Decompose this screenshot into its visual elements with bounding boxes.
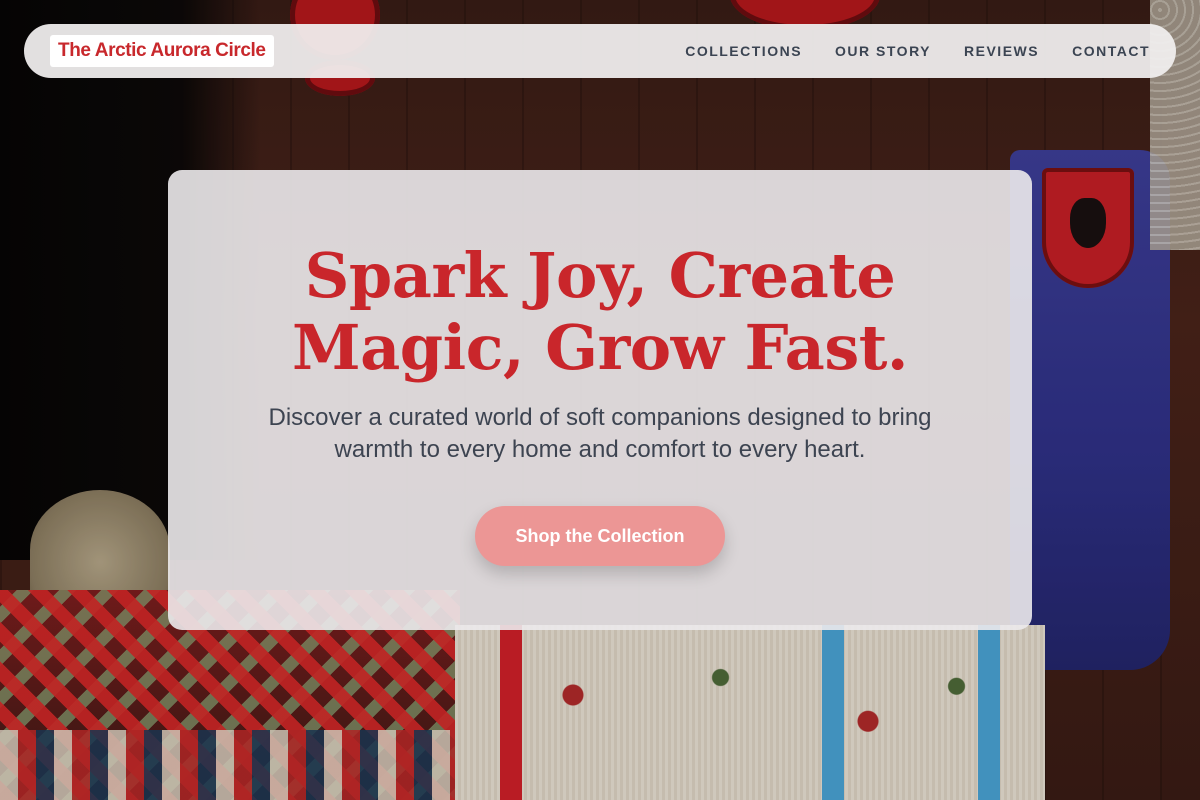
top-navbar: The Arctic Aurora Circle COLLECTIONS OUR… [24, 24, 1176, 78]
brand-logo[interactable]: The Arctic Aurora Circle [50, 35, 274, 67]
main-menu: COLLECTIONS OUR STORY REVIEWS CONTACT [685, 24, 1150, 78]
hero-headline-line1: Spark Joy, Create [304, 239, 896, 312]
hero-headline: Spark Joy, Create Magic, Grow Fast. [168, 240, 1032, 384]
nav-link-collections[interactable]: COLLECTIONS [685, 43, 802, 59]
nav-link-contact[interactable]: CONTACT [1072, 43, 1150, 59]
shop-collection-button[interactable]: Shop the Collection [475, 506, 725, 566]
hero-card: Spark Joy, Create Magic, Grow Fast. Disc… [168, 170, 1032, 630]
nav-link-our-story[interactable]: OUR STORY [835, 43, 931, 59]
hero-subtitle: Discover a curated world of soft compani… [268, 404, 932, 463]
hero-headline-line2: Magic, Grow Fast. [292, 311, 908, 384]
nav-link-reviews[interactable]: REVIEWS [964, 43, 1039, 59]
